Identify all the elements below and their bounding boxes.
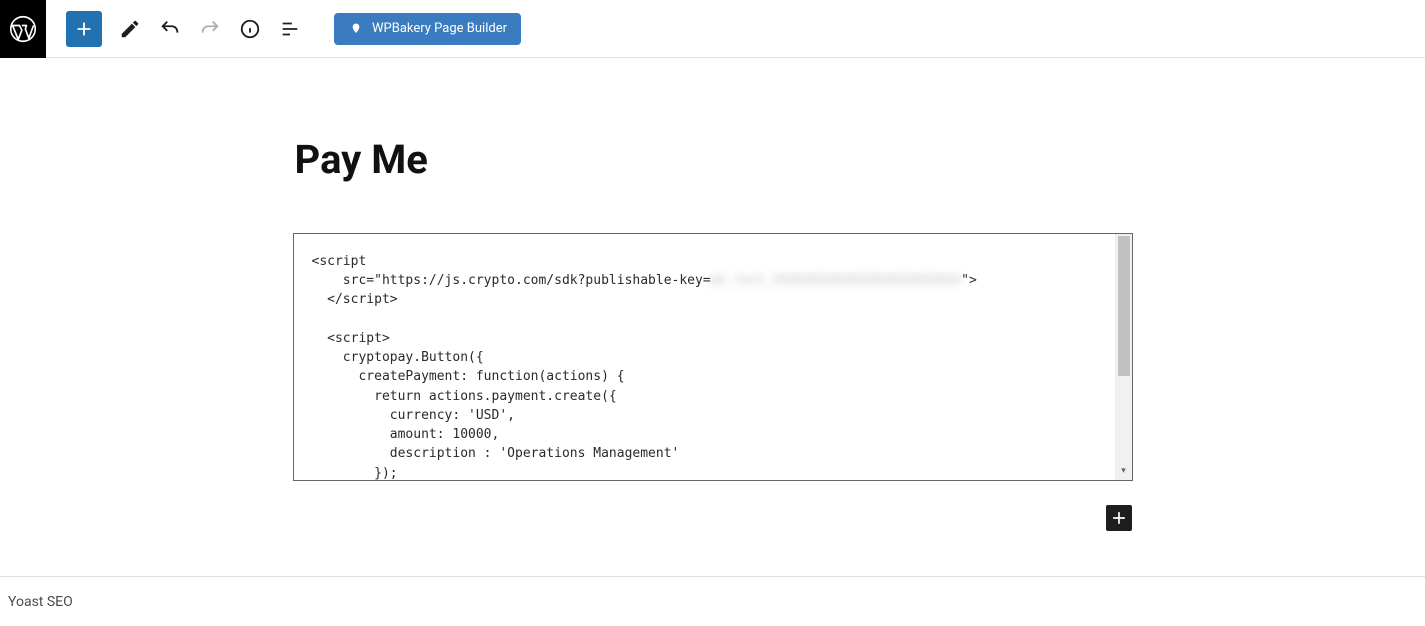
code-scrollbar[interactable]: ▾ — [1115, 234, 1132, 480]
pencil-icon — [119, 18, 141, 40]
plus-icon — [1109, 508, 1129, 528]
editor-topbar: WPBakery Page Builder — [0, 0, 1425, 58]
wpbakery-icon — [348, 21, 364, 37]
undo-icon — [159, 18, 181, 40]
wpbakery-label: WPBakery Page Builder — [372, 21, 507, 36]
add-block-button[interactable] — [66, 11, 102, 47]
info-icon — [239, 18, 261, 40]
editor-canvas: Pay Me <script src="https://js.crypto.co… — [293, 58, 1133, 481]
redo-button[interactable] — [192, 11, 228, 47]
redo-icon — [199, 18, 221, 40]
wpbakery-button[interactable]: WPBakery Page Builder — [334, 13, 521, 45]
list-icon — [279, 18, 301, 40]
wordpress-icon — [9, 15, 37, 43]
page-title[interactable]: Pay Me — [293, 136, 1133, 183]
footer-panel[interactable]: Yoast SEO — [0, 576, 1425, 626]
info-button[interactable] — [232, 11, 268, 47]
wordpress-logo[interactable] — [0, 0, 46, 58]
add-block-inline-button[interactable] — [1106, 505, 1132, 531]
code-content[interactable]: <script src="https://js.crypto.com/sdk?p… — [294, 234, 1115, 480]
scrollbar-thumb[interactable] — [1118, 236, 1130, 376]
custom-html-block[interactable]: <script src="https://js.crypto.com/sdk?p… — [293, 233, 1133, 481]
plus-icon — [73, 18, 95, 40]
chevron-down-icon[interactable]: ▾ — [1116, 464, 1132, 478]
undo-button[interactable] — [152, 11, 188, 47]
outline-button[interactable] — [272, 11, 308, 47]
toolbar: WPBakery Page Builder — [46, 11, 521, 47]
edit-tool-button[interactable] — [112, 11, 148, 47]
yoast-seo-label: Yoast SEO — [8, 594, 73, 610]
